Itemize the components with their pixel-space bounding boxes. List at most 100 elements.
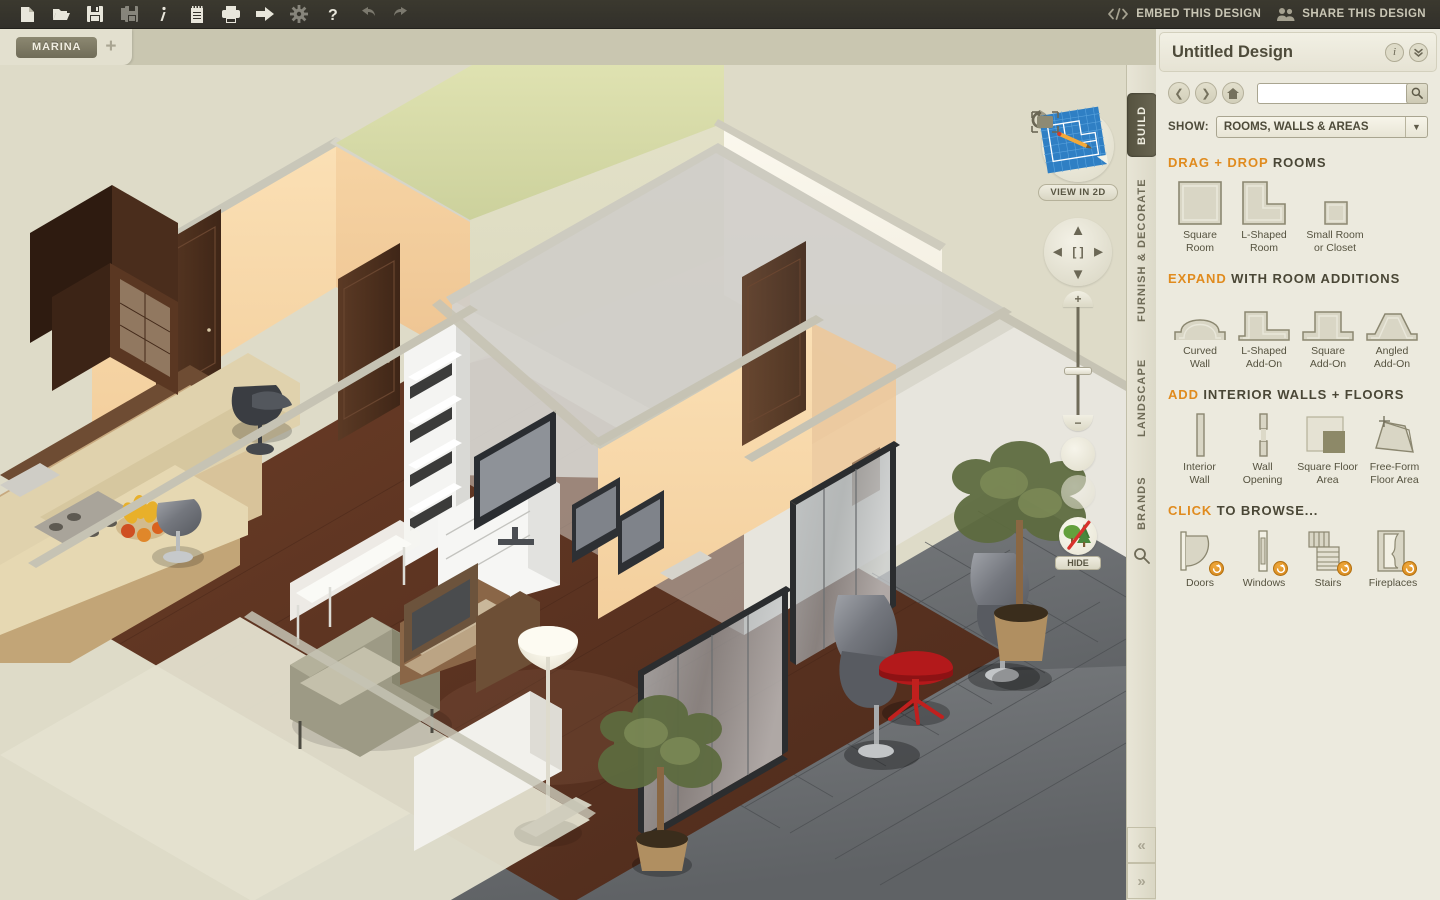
angled-addon-icon: [1365, 290, 1419, 342]
project-tab-marina[interactable]: MARINA: [16, 36, 98, 58]
item-interior-wall[interactable]: Interior Wall: [1168, 406, 1231, 486]
page-title: Untitled Design: [1172, 42, 1294, 61]
browse-badge-icon[interactable]: [1273, 561, 1288, 576]
sidebar-item-landscape[interactable]: LANDSCAPE: [1127, 343, 1157, 453]
zoom-slider-knob[interactable]: [1064, 367, 1092, 375]
pan-right-button[interactable]: ►: [1091, 244, 1106, 261]
section-heading: CLICK TO BROWSE...: [1168, 503, 1428, 518]
item-square-floor-area[interactable]: Square Floor Area: [1294, 406, 1361, 486]
pan-down-button[interactable]: ▼: [1071, 266, 1086, 283]
view-in-2d-label[interactable]: VIEW IN 2D: [1038, 184, 1118, 201]
small-room-icon: [1312, 174, 1358, 226]
pan-up-button[interactable]: ▲: [1071, 222, 1086, 239]
window-icon: [1241, 522, 1288, 576]
add-tab-button[interactable]: +: [105, 37, 116, 56]
wall-opening-icon: [1254, 406, 1272, 458]
item-l-shaped-room[interactable]: L-Shaped Room: [1232, 174, 1296, 254]
save-icon[interactable]: [78, 0, 112, 29]
item-caption: Curved Wall: [1183, 345, 1217, 370]
pan-left-button[interactable]: ◄: [1050, 244, 1065, 261]
hide-plants-icon[interactable]: [1059, 517, 1097, 555]
section-heading-accent: ADD: [1168, 387, 1199, 402]
search-input[interactable]: [1258, 83, 1427, 103]
section-heading-rest: ROOMS: [1272, 155, 1327, 170]
notes-icon[interactable]: [180, 0, 214, 29]
panel-back-button[interactable]: ❮: [1168, 82, 1190, 104]
undo-icon[interactable]: [350, 0, 384, 29]
item-l-shaped-add-on[interactable]: L-Shaped Add-On: [1232, 290, 1296, 370]
browse-badge-icon[interactable]: [1402, 561, 1417, 576]
item-caption: Small Room or Closet: [1306, 229, 1364, 254]
item-caption: Square Floor Area: [1297, 461, 1358, 486]
item-caption: Free-Form Floor Area: [1369, 461, 1420, 486]
show-filter-select[interactable]: ROOMS, WALLS & AREAS ▼: [1215, 116, 1428, 138]
addition-item-list: Curved Wall L-Shaped Add-On Square Add-O…: [1168, 290, 1428, 370]
info-icon[interactable]: [146, 0, 180, 29]
panel-search-box[interactable]: [1257, 82, 1428, 104]
redo-icon[interactable]: [384, 0, 418, 29]
browse-badge-icon[interactable]: [1337, 561, 1352, 576]
item-caption: Angled Add-On: [1373, 345, 1411, 370]
zoom-out-button[interactable]: −: [1063, 415, 1093, 431]
rail-search-icon[interactable]: [1133, 547, 1150, 564]
design-3d-viewport[interactable]: VIEW IN 2D ▲ ◄ [ ] ► ▼ + − HIDE: [0, 65, 1126, 900]
settings-gear-icon[interactable]: [282, 0, 316, 29]
share-design-button[interactable]: SHARE THIS DESIGN: [1277, 7, 1426, 21]
item-caption: Stairs: [1314, 577, 1342, 589]
item-fireplaces[interactable]: Fireplaces: [1360, 522, 1426, 590]
zoom-slider[interactable]: + −: [1061, 291, 1095, 431]
browse-item-list: Doors Windows Stairs Fireplaces: [1168, 522, 1428, 590]
save-as-icon[interactable]: [112, 0, 146, 29]
item-wall-opening[interactable]: Wall Opening: [1231, 406, 1294, 486]
item-square-room[interactable]: Square Room: [1168, 174, 1232, 254]
zoom-in-button[interactable]: +: [1063, 291, 1093, 307]
item-caption: Square Add-On: [1309, 345, 1347, 370]
pan-center-button[interactable]: [ ]: [1072, 245, 1083, 259]
item-small-room-or-closet[interactable]: Small Room or Closet: [1296, 174, 1374, 254]
item-angled-add-on[interactable]: Angled Add-On: [1360, 290, 1424, 370]
show-filter-label: SHOW:: [1168, 121, 1209, 133]
help-icon[interactable]: ?: [316, 0, 350, 29]
share-design-label: SHARE THIS DESIGN: [1302, 8, 1426, 20]
section-click-to-browse: CLICK TO BROWSE... Doors Windows Stairs …: [1156, 503, 1440, 590]
panel-collapse-icon[interactable]: [1409, 42, 1428, 62]
sidebar-item-furnish-decorate[interactable]: FURNISH & DECORATE: [1127, 165, 1157, 335]
panel-forward-button[interactable]: ❯: [1195, 82, 1217, 104]
sidebar-item-brands[interactable]: BRANDS: [1127, 461, 1157, 545]
item-doors[interactable]: Doors: [1168, 522, 1232, 590]
sidebar-item-build[interactable]: BUILD: [1127, 93, 1157, 157]
panel-home-button[interactable]: [1222, 82, 1244, 104]
collapse-right-button[interactable]: »: [1127, 863, 1156, 899]
item-caption: L-Shaped Room: [1241, 229, 1287, 254]
item-caption: Interior Wall: [1183, 461, 1216, 486]
print-icon[interactable]: [214, 0, 248, 29]
rotate-right-button[interactable]: [1031, 110, 1095, 509]
item-stairs[interactable]: Stairs: [1296, 522, 1360, 590]
item-windows[interactable]: Windows: [1232, 522, 1296, 590]
hide-plants-control[interactable]: HIDE: [1048, 517, 1108, 570]
section-heading-accent: EXPAND: [1168, 271, 1227, 286]
browse-badge-icon[interactable]: [1209, 561, 1224, 576]
design-info-icon[interactable]: i: [1385, 42, 1404, 62]
code-brackets-icon: [1108, 8, 1129, 20]
search-icon: [1411, 87, 1423, 99]
home-icon: [1227, 87, 1239, 99]
search-submit-button[interactable]: [1406, 82, 1428, 104]
item-curved-wall[interactable]: Curved Wall: [1168, 290, 1232, 370]
item-caption: Fireplaces: [1368, 577, 1418, 589]
new-document-icon[interactable]: [10, 0, 44, 29]
item-free-form-floor-area[interactable]: Free-Form Floor Area: [1361, 406, 1428, 486]
section-heading: ADD INTERIOR WALLS + FLOORS: [1168, 387, 1428, 402]
zoom-slider-track[interactable]: [1076, 307, 1080, 415]
item-square-add-on[interactable]: Square Add-On: [1296, 290, 1360, 370]
open-folder-icon[interactable]: [44, 0, 78, 29]
room-item-list: Square Room L-Shaped Room Small Room or …: [1168, 174, 1428, 254]
embed-design-button[interactable]: EMBED THIS DESIGN: [1107, 8, 1261, 20]
chevron-down-icon[interactable]: ▼: [1405, 117, 1427, 137]
rotate-left-button[interactable]: [1031, 110, 1095, 471]
pan-dpad[interactable]: ▲ ◄ [ ] ► ▼: [1044, 218, 1112, 286]
square-addon-icon: [1301, 290, 1355, 342]
hide-plants-label[interactable]: HIDE: [1055, 556, 1101, 570]
collapse-left-button[interactable]: «: [1127, 827, 1156, 863]
export-icon[interactable]: [248, 0, 282, 29]
